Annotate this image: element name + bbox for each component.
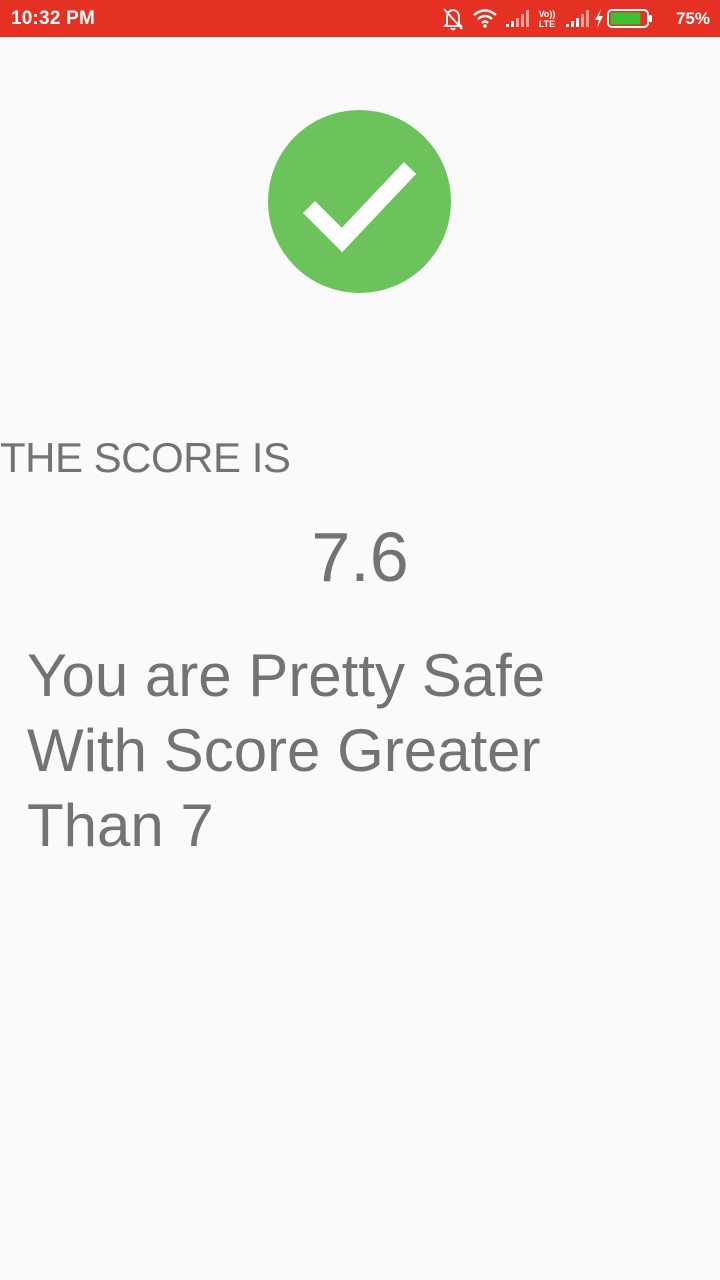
status-bar: 10:32 PM Vo)) LTE 75% [0, 0, 720, 37]
status-time: 10:32 PM [11, 8, 95, 29]
battery-percent: 75% [675, 9, 710, 28]
check-circle-icon [268, 110, 451, 293]
mute-icon [440, 0, 466, 42]
score-label: THE SCORE IS [0, 434, 291, 481]
volte-bottom: LTE [538, 19, 556, 29]
battery-icon [606, 0, 654, 42]
volte-label: Vo)) LTE [536, 9, 558, 29]
signal-icon [504, 0, 530, 42]
score-value: 7.6 [311, 518, 409, 596]
status-icons: Vo)) LTE 75% [440, 0, 720, 37]
signal-icon [564, 0, 590, 42]
wifi-icon [472, 0, 498, 42]
charging-icon [592, 0, 606, 42]
result-message: You are Pretty Safe With Score Greater T… [27, 642, 546, 859]
volte-top: Vo)) [538, 9, 556, 19]
